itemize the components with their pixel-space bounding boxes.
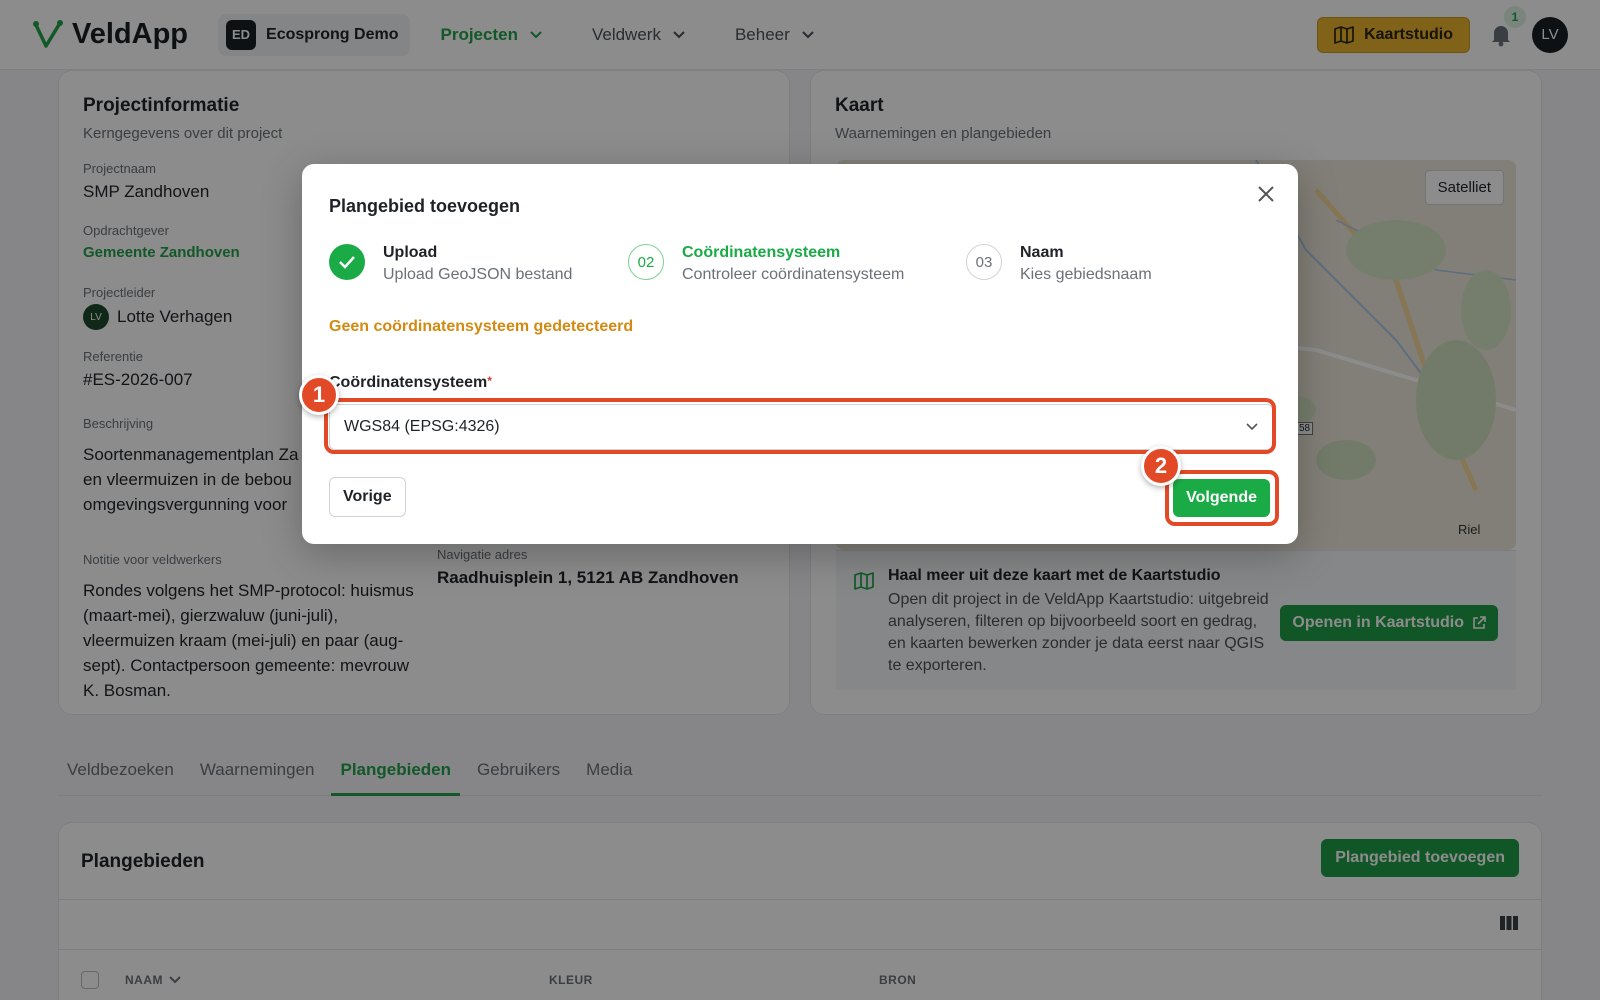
warning-message: Geen coördinatensysteem gedetecteerd	[329, 318, 634, 335]
annotation-marker-2: 2	[1141, 446, 1181, 486]
modal-title: Plangebied toevoegen	[329, 196, 521, 216]
highlight-crs-select	[324, 398, 1276, 454]
step-title: Coördinatensysteem	[682, 244, 841, 261]
step-coordinatensysteem: 02 Coördinatensysteem Controleer coördin…	[628, 244, 904, 284]
close-icon[interactable]	[1254, 182, 1278, 206]
step-number: 03	[966, 244, 1002, 280]
crs-label-text: Coördinatensysteem	[329, 374, 488, 391]
step-title: Naam	[1020, 244, 1064, 261]
step-subtitle: Controleer coördinatensysteem	[682, 266, 905, 283]
previous-button[interactable]: Vorige	[329, 477, 406, 517]
highlight-next-button	[1165, 470, 1279, 526]
crs-select-label: Coördinatensysteem*	[329, 374, 492, 392]
step-number: 02	[628, 244, 664, 280]
step-title: Upload	[383, 244, 438, 261]
step-subtitle: Upload GeoJSON bestand	[383, 266, 573, 283]
check-icon	[329, 244, 365, 280]
step-naam: 03 Naam Kies gebiedsnaam	[966, 244, 1152, 284]
annotation-marker-1: 1	[299, 375, 339, 415]
required-asterisk: *	[487, 374, 492, 388]
step-upload: Upload Upload GeoJSON bestand	[329, 244, 572, 284]
add-plangebied-modal: Plangebied toevoegen Upload Upload GeoJS…	[302, 164, 1298, 544]
step-subtitle: Kies gebiedsnaam	[1020, 266, 1152, 283]
